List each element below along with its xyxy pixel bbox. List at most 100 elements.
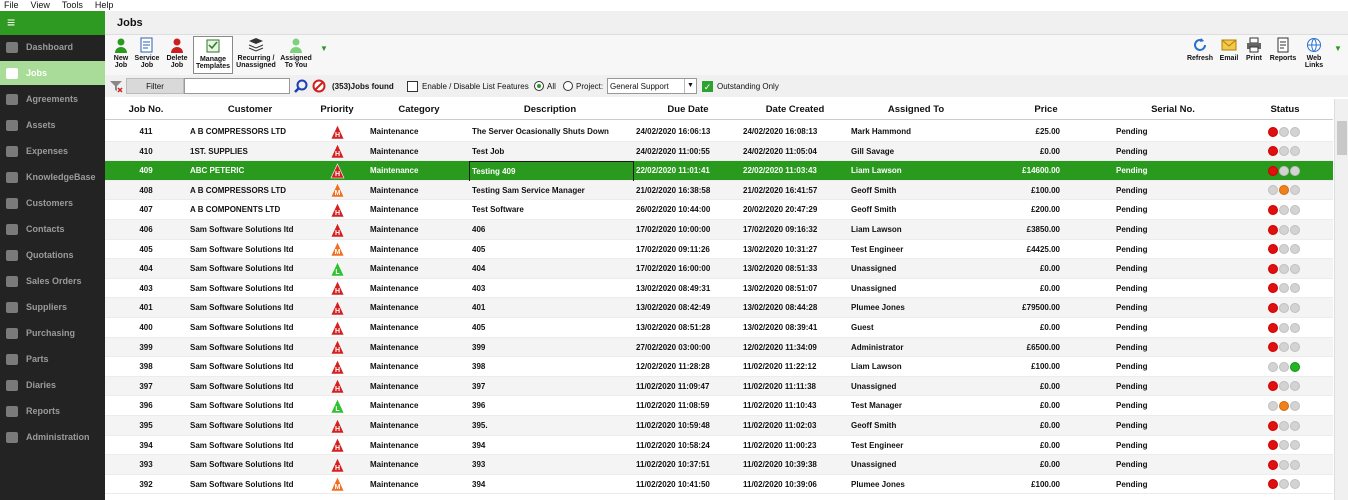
table-row[interactable]: 393 Sam Software Solutions ltd Maintenance…	[105, 455, 1333, 475]
table-row[interactable]: 411 A B COMPRESSORS LTD Maintenance The Ser…	[105, 122, 1333, 142]
svg-text:M: M	[334, 190, 340, 197]
filter-button[interactable]: Filter	[126, 78, 184, 94]
status-dot-red	[1268, 420, 1278, 431]
col-date-created[interactable]: Date Created	[759, 99, 831, 120]
table-row[interactable]: 404 Sam Software Solutions ltd Maintenance…	[105, 259, 1333, 279]
assigned-to-cell: Administrator	[851, 342, 904, 352]
outstanding-only-checkbox[interactable]: ✓	[702, 80, 713, 92]
manage-templates-button[interactable]: Manage Templates	[193, 36, 233, 74]
table-row[interactable]: 400 Sam Software Solutions ltd Maintenance…	[105, 318, 1333, 338]
recurring-unassigned-button[interactable]: Recurring / Unassigned	[236, 36, 276, 74]
table-row[interactable]: 408 A B COMPRESSORS LTD Maintenance Testing…	[105, 180, 1333, 201]
radio-all-button[interactable]	[534, 81, 544, 91]
menu-view[interactable]: View	[31, 0, 50, 11]
sidebar-item-diaries[interactable]: Diaries	[0, 373, 105, 397]
assigned-to-cell: Geoff Smith	[851, 185, 897, 195]
menu-tools[interactable]: Tools	[62, 0, 83, 11]
menu-help[interactable]: Help	[95, 0, 114, 11]
table-row[interactable]: 394 Sam Software Solutions ltd Maintenance…	[105, 436, 1333, 456]
sidebar-item-purchasing[interactable]: Purchasing	[0, 321, 105, 345]
list-features-checkbox[interactable]	[407, 80, 418, 92]
menu-file[interactable]: File	[4, 0, 19, 11]
print-button[interactable]: Print	[1243, 36, 1265, 74]
assigned-to-you-button[interactable]: Assigned To You	[280, 36, 312, 74]
sidebar-item-quotations[interactable]: Quotations	[0, 243, 105, 267]
radio-project[interactable]: Project:	[563, 78, 603, 94]
col-priority[interactable]: Priority	[315, 99, 359, 120]
web-links-button[interactable]: Web Links	[1301, 36, 1327, 74]
email-button[interactable]: Email	[1217, 36, 1241, 74]
job-no-cell: 392	[139, 479, 153, 489]
sidebar-item-expenses[interactable]: Expenses	[0, 139, 105, 163]
table-row[interactable]: 401 Sam Software Solutions ltd Maintenance…	[105, 298, 1333, 318]
table-row[interactable]: 396 Sam Software Solutions ltd Maintenance…	[105, 396, 1333, 416]
table-row[interactable]: 410 1ST. SUPPLIES Maintenance Test Job 24/02…	[105, 141, 1333, 162]
refresh-button[interactable]: Refresh	[1186, 36, 1214, 74]
radio-project-button[interactable]	[563, 81, 573, 91]
sidebar-item-sales-orders[interactable]: Sales Orders	[0, 269, 105, 293]
table-row[interactable]: 403 Sam Software Solutions ltd Maintenance…	[105, 279, 1333, 299]
new-job-button[interactable]: New Job	[111, 36, 131, 74]
knowledgebase-icon	[6, 171, 18, 183]
radio-all[interactable]: All	[534, 78, 556, 94]
vertical-scrollbar[interactable]	[1334, 99, 1348, 500]
service-job-button[interactable]: Service Job	[134, 36, 160, 74]
reports-button[interactable]: Reports	[1268, 36, 1298, 74]
scrollbar-thumb[interactable]	[1337, 121, 1347, 155]
col-price[interactable]: Price	[1031, 99, 1061, 120]
customer-cell: Sam Software Solutions ltd	[190, 401, 294, 411]
col-customer[interactable]: Customer	[215, 99, 285, 120]
status-dot-grey	[1279, 165, 1289, 176]
project-select[interactable]: General Support ▼	[607, 78, 697, 94]
table-row[interactable]: 397 Sam Software Solutions ltd Maintenance…	[105, 376, 1333, 397]
status-dot-red	[1268, 146, 1278, 157]
table-row[interactable]: 405 Sam Software Solutions ltd Maintenance…	[105, 240, 1333, 260]
sidebar-item-administration[interactable]: Administration	[0, 425, 105, 449]
clear-filter-icon[interactable]	[109, 78, 125, 94]
status-dot-red	[1268, 224, 1278, 235]
table-row[interactable]: 409 ABC PETERIC Maintenance Testing 409 22/0…	[105, 161, 1333, 183]
sidebar-item-reports[interactable]: Reports	[0, 399, 105, 423]
table-row[interactable]: 406 Sam Software Solutions ltd Maintenance…	[105, 220, 1333, 240]
table-row[interactable]: 399 Sam Software Solutions ltd Maintenance…	[105, 337, 1333, 358]
table-row[interactable]: 395 Sam Software Solutions ltd Maintenance…	[105, 416, 1333, 436]
col-assigned-to[interactable]: Assigned To	[881, 99, 951, 120]
sidebar-item-contacts[interactable]: Contacts	[0, 217, 105, 241]
hamburger-icon[interactable]: ≡	[0, 11, 105, 35]
cancel-search-icon[interactable]	[312, 78, 328, 94]
sidebar-item-jobs[interactable]: Jobs	[0, 61, 105, 85]
date-created-cell: 11/02/2020 11:22:12	[743, 362, 817, 372]
assigned-to-cell: Liam Lawson	[851, 225, 902, 234]
col-status[interactable]: Status	[1265, 99, 1305, 120]
pencil-icon	[6, 67, 18, 79]
table-row[interactable]: 392 Sam Software Solutions ltd Maintenance…	[105, 475, 1333, 495]
status-indicator	[1268, 396, 1308, 415]
assigned-to-cell: Liam Lawson	[851, 166, 902, 176]
sidebar-item-customers[interactable]: Customers	[0, 191, 105, 215]
list-features-toggle[interactable]: Enable / Disable List Features	[407, 78, 529, 94]
sidebar-item-knowledgebase[interactable]: KnowledgeBase	[0, 165, 105, 189]
table-row[interactable]: 398 Sam Software Solutions ltd Maintenance…	[105, 357, 1333, 377]
search-input[interactable]	[184, 78, 290, 94]
serial-cell: Pending	[1116, 127, 1148, 136]
sidebar-item-agreements[interactable]: Agreements	[0, 87, 105, 111]
col-category[interactable]: Category	[389, 99, 449, 120]
outstanding-only-toggle[interactable]: ✓ Outstanding Only	[702, 78, 779, 94]
status-indicator	[1268, 338, 1308, 357]
search-icon[interactable]	[294, 78, 310, 94]
sidebar-item-dashboard[interactable]: Dashboard	[0, 35, 105, 59]
col-job-no[interactable]: Job No.	[125, 99, 167, 120]
sidebar-item-assets[interactable]: Assets	[0, 113, 105, 137]
status-dot-grey	[1290, 146, 1300, 157]
status-dot-grey	[1279, 479, 1289, 490]
col-description[interactable]: Description	[515, 99, 585, 120]
table-row[interactable]: 407 A B COMPONENTS LTD Maintenance Test Sof…	[105, 200, 1333, 220]
description-cell: 403	[472, 283, 486, 293]
col-due-date[interactable]: Due Date	[661, 99, 715, 120]
svg-text:H: H	[334, 132, 339, 139]
sidebar-item-parts[interactable]: Parts	[0, 347, 105, 371]
sidebar-item-suppliers[interactable]: Suppliers	[0, 295, 105, 319]
category-cell: Maintenance	[370, 205, 419, 215]
delete-job-button[interactable]: Delete Job	[165, 36, 189, 74]
col-serial-no[interactable]: Serial No.	[1145, 99, 1201, 120]
